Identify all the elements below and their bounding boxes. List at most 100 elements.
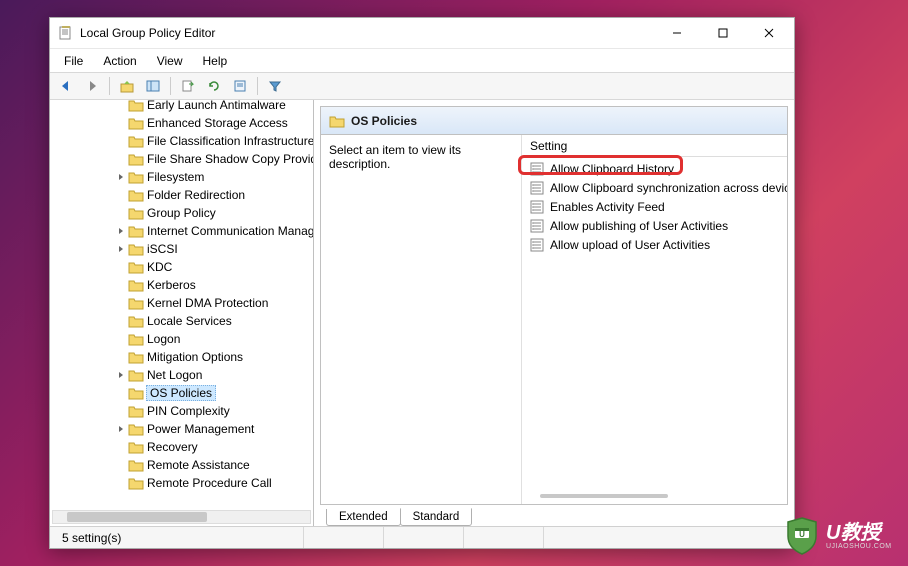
- list-horizontal-scrollbar[interactable]: [540, 494, 668, 498]
- tree-item-label: OS Policies: [146, 385, 216, 401]
- setting-item[interactable]: Allow Clipboard History: [522, 159, 787, 178]
- tree-item[interactable]: Recovery: [50, 438, 314, 456]
- scrollbar-thumb[interactable]: [67, 512, 207, 522]
- folder-icon: [128, 242, 144, 256]
- tree-item[interactable]: Kerberos: [50, 276, 314, 294]
- expander-placeholder: [114, 404, 128, 418]
- show-hide-tree-button[interactable]: [141, 75, 165, 97]
- tree-item-label: KDC: [147, 260, 172, 274]
- chevron-right-icon[interactable]: [114, 224, 128, 238]
- expander-placeholder: [114, 152, 128, 166]
- folder-icon: [128, 260, 144, 274]
- expander-placeholder: [114, 260, 128, 274]
- chevron-right-icon[interactable]: [114, 170, 128, 184]
- policy-setting-icon: [530, 181, 544, 195]
- detail-body: Select an item to view its description. …: [321, 135, 787, 504]
- minimize-button[interactable]: [654, 18, 700, 48]
- toolbar-separator: [170, 77, 171, 95]
- close-button[interactable]: [746, 18, 792, 48]
- tree-item-label: Early Launch Antimalware: [147, 100, 286, 112]
- tree-item-label: Mitigation Options: [147, 350, 243, 364]
- setting-item[interactable]: Allow Clipboard synchronization across d…: [522, 178, 787, 197]
- menu-file[interactable]: File: [54, 51, 93, 71]
- watermark-url: UJIAOSHOU.COM: [826, 543, 892, 550]
- menu-help[interactable]: Help: [193, 51, 238, 71]
- tree-item[interactable]: Remote Assistance: [50, 456, 314, 474]
- tree-item[interactable]: Early Launch Antimalware: [50, 100, 314, 114]
- setting-label: Enables Activity Feed: [550, 200, 665, 214]
- properties-button[interactable]: [228, 75, 252, 97]
- watermark-text: U教授: [826, 523, 892, 543]
- tree-item[interactable]: OS Policies: [50, 384, 314, 402]
- tree-item-label: Net Logon: [147, 368, 202, 382]
- folder-icon: [128, 476, 144, 490]
- tree-item[interactable]: File Classification Infrastructure: [50, 132, 314, 150]
- tree-item[interactable]: PIN Complexity: [50, 402, 314, 420]
- status-cell: [304, 527, 384, 548]
- tree-item-label: Folder Redirection: [147, 188, 245, 202]
- tree-item-label: Kerberos: [147, 278, 196, 292]
- menu-action[interactable]: Action: [93, 51, 146, 71]
- folder-icon: [128, 224, 144, 238]
- tree-item[interactable]: Internet Communication Management: [50, 222, 314, 240]
- folder-icon: [128, 314, 144, 328]
- filter-button[interactable]: [263, 75, 287, 97]
- tree-item-label: Recovery: [147, 440, 198, 454]
- folder-icon: [128, 100, 144, 112]
- policy-setting-icon: [530, 219, 544, 233]
- tree-item-label: iSCSI: [147, 242, 178, 256]
- list-column-header[interactable]: Setting: [522, 135, 787, 157]
- tree-item-label: Locale Services: [147, 314, 232, 328]
- tree-item[interactable]: Locale Services: [50, 312, 314, 330]
- folder-icon: [128, 404, 144, 418]
- tree-horizontal-scrollbar[interactable]: [52, 510, 311, 524]
- tree-item-label: Logon: [147, 332, 180, 346]
- folder-icon: [128, 134, 144, 148]
- tree-item[interactable]: Logon: [50, 330, 314, 348]
- tree-item[interactable]: iSCSI: [50, 240, 314, 258]
- tree-item[interactable]: Remote Procedure Call: [50, 474, 314, 492]
- tree-item[interactable]: Kernel DMA Protection: [50, 294, 314, 312]
- watermark: U U教授 UJIAOSHOU.COM: [784, 514, 904, 558]
- setting-item[interactable]: Enables Activity Feed: [522, 197, 787, 216]
- setting-item[interactable]: Allow publishing of User Activities: [522, 216, 787, 235]
- tab-standard[interactable]: Standard: [400, 508, 473, 526]
- main-content: Early Launch Antimalware Enhanced Storage…: [50, 100, 794, 526]
- tree-item[interactable]: Folder Redirection: [50, 186, 314, 204]
- forward-button[interactable]: [80, 75, 104, 97]
- up-button[interactable]: [115, 75, 139, 97]
- policy-setting-icon: [530, 238, 544, 252]
- folder-icon: [128, 332, 144, 346]
- folder-icon: [128, 422, 144, 436]
- tree-item[interactable]: File Share Shadow Copy Provider: [50, 150, 314, 168]
- export-button[interactable]: [176, 75, 200, 97]
- folder-icon: [128, 278, 144, 292]
- tree-item[interactable]: Mitigation Options: [50, 348, 314, 366]
- back-button[interactable]: [54, 75, 78, 97]
- tree-item[interactable]: Power Management: [50, 420, 314, 438]
- tab-extended[interactable]: Extended: [326, 509, 401, 526]
- detail-pane: OS Policies Select an item to view its d…: [314, 100, 794, 526]
- maximize-button[interactable]: [700, 18, 746, 48]
- settings-list[interactable]: Allow Clipboard HistoryAllow Clipboard s…: [522, 157, 787, 504]
- setting-item[interactable]: Allow upload of User Activities: [522, 235, 787, 254]
- tree-item[interactable]: Filesystem: [50, 168, 314, 186]
- description-text: Select an item to view its description.: [329, 143, 461, 171]
- expander-placeholder: [114, 278, 128, 292]
- expander-placeholder: [114, 386, 128, 400]
- tree-item[interactable]: Net Logon: [50, 366, 314, 384]
- policy-setting-icon: [530, 162, 544, 176]
- tree-item[interactable]: KDC: [50, 258, 314, 276]
- expander-placeholder: [114, 350, 128, 364]
- detail-box: OS Policies Select an item to view its d…: [320, 106, 788, 505]
- menu-view[interactable]: View: [147, 51, 193, 71]
- tree-pane[interactable]: Early Launch Antimalware Enhanced Storage…: [50, 100, 314, 526]
- tree-item-label: Remote Assistance: [147, 458, 250, 472]
- tree-item[interactable]: Group Policy: [50, 204, 314, 222]
- toolbar-separator: [109, 77, 110, 95]
- chevron-right-icon[interactable]: [114, 242, 128, 256]
- chevron-right-icon[interactable]: [114, 368, 128, 382]
- tree-item[interactable]: Enhanced Storage Access: [50, 114, 314, 132]
- chevron-right-icon[interactable]: [114, 422, 128, 436]
- refresh-button[interactable]: [202, 75, 226, 97]
